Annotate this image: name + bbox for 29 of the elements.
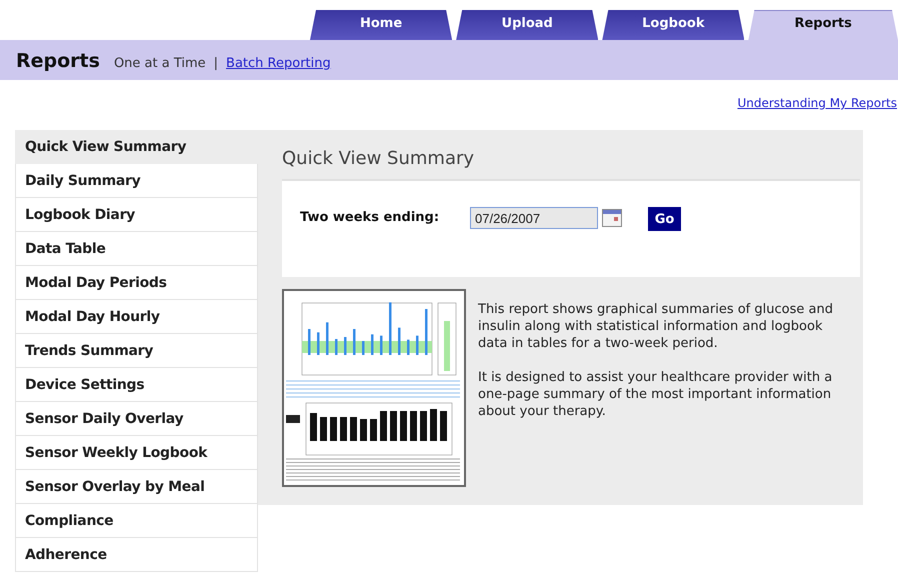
sidebar-item[interactable]: Compliance [15, 504, 258, 538]
nav-tab[interactable]: Upload [456, 10, 598, 40]
description-paragraph: It is designed to assist your healthcare provider with a one-page summary of the most important information about your therapy. [478, 369, 834, 420]
sidebar-item[interactable]: Sensor Weekly Logbook [15, 436, 258, 470]
sidebar-item[interactable]: Device Settings [15, 368, 258, 402]
page-title: Reports [16, 50, 100, 72]
sidebar-item[interactable]: Sensor Daily Overlay [15, 402, 258, 436]
batch-reporting-link[interactable]: Batch Reporting [226, 56, 331, 71]
go-button[interactable]: Go [648, 207, 681, 231]
nav-tab[interactable]: Home [310, 10, 452, 40]
nav-tab[interactable]: Logbook [602, 10, 744, 40]
calendar-icon[interactable] [602, 209, 622, 227]
help-link[interactable]: Understanding My Reports [737, 96, 897, 116]
panel-title: Quick View Summary [282, 148, 476, 169]
current-mode-label: One at a Time [114, 56, 206, 71]
sidebar-item[interactable]: Quick View Summary [15, 130, 258, 164]
sidebar-item[interactable]: Trends Summary [15, 334, 258, 368]
sidebar-item[interactable]: Sensor Overlay by Meal [15, 470, 258, 504]
description-paragraph: This report shows graphical summaries of glucose and insulin along with statistical information and logbook data in tables for a two-week period. [478, 301, 834, 352]
date-field[interactable]: 07/26/2007 [470, 207, 598, 229]
sidebar-item[interactable]: Daily Summary [15, 164, 258, 198]
date-label: Two weeks ending: [300, 210, 440, 225]
sidebar-item[interactable]: Adherence [15, 538, 258, 572]
sidebar-item[interactable]: Logbook Diary [15, 198, 258, 232]
sidebar-item[interactable]: Data Table [15, 232, 258, 266]
sidebar-item[interactable]: Modal Day Periods [15, 266, 258, 300]
separator: | [214, 56, 218, 71]
nav-tab[interactable]: Reports [748, 10, 898, 40]
sidebar-item[interactable]: Modal Day Hourly [15, 300, 258, 334]
